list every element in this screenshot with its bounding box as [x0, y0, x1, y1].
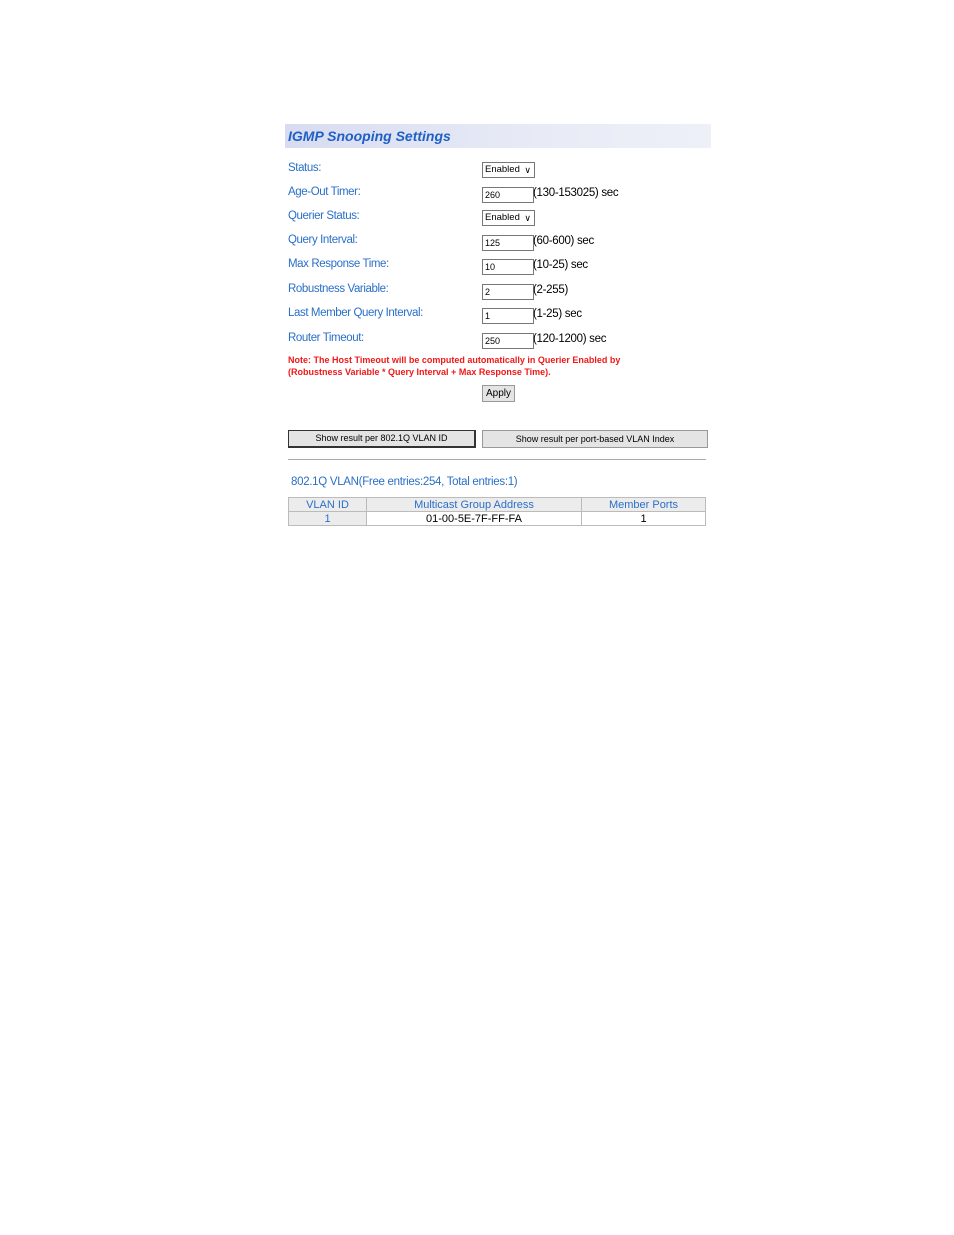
note-line: (Robustness Variable * Query Interval + … [288, 366, 551, 377]
max-response-time-range: (10-25) sec [533, 259, 588, 271]
apply-button[interactable]: Apply [482, 385, 515, 402]
cell-member-ports: 1 [581, 511, 706, 526]
host-timeout-note: Note: The Host Timeout will be computed … [288, 355, 620, 378]
robustness-variable-input[interactable]: 2 [482, 284, 534, 300]
last-member-query-interval-range: (1-25) sec [533, 308, 582, 320]
max-response-time-label: Max Response Time: [288, 258, 389, 270]
chevron-down-icon: ∨ [524, 165, 531, 175]
table-header-row: VLAN ID Multicast Group Address Member P… [288, 497, 706, 512]
selected-value: Enabled [485, 212, 520, 223]
table-row: 1 01-00-5E-7F-FF-FA 1 [288, 511, 706, 526]
page-title: IGMP Snooping Settings [288, 128, 451, 144]
selected-value: Enabled [485, 164, 520, 175]
robustness-variable-range: (2-255) [533, 284, 568, 296]
router-timeout-input[interactable]: 250 [482, 333, 534, 349]
chevron-down-icon: ∨ [524, 213, 531, 223]
vlan-summary: 802.1Q VLAN(Free entries:254, Total entr… [291, 476, 518, 488]
header-member-ports: Member Ports [581, 497, 706, 512]
section-header: IGMP Snooping Settings [285, 124, 711, 148]
header-multicast-address: Multicast Group Address [366, 497, 582, 512]
query-interval-range: (60-600) sec [533, 235, 594, 247]
cell-multicast-address: 01-00-5E-7F-FF-FA [366, 511, 582, 526]
query-interval-label: Query Interval: [288, 234, 358, 246]
router-timeout-label: Router Timeout: [288, 332, 364, 344]
status-select[interactable]: Enabled ∨ [482, 162, 535, 178]
age-out-timer-input[interactable]: 260 [482, 187, 534, 203]
show-per-vlan-id-button[interactable]: Show result per 802.1Q VLAN ID [288, 430, 476, 448]
querier-status-label: Querier Status: [288, 210, 360, 222]
note-line: Note: The Host Timeout will be computed … [288, 355, 621, 365]
query-interval-input[interactable]: 125 [482, 235, 534, 251]
divider [288, 459, 706, 460]
robustness-variable-label: Robustness Variable: [288, 283, 389, 295]
cell-vlan-id: 1 [288, 511, 367, 526]
last-member-query-interval-label: Last Member Query Interval: [288, 307, 423, 319]
max-response-time-input[interactable]: 10 [482, 259, 534, 275]
age-out-timer-label: Age-Out Timer: [288, 186, 361, 198]
show-per-port-based-button[interactable]: Show result per port-based VLAN Index [482, 430, 708, 448]
last-member-query-interval-input[interactable]: 1 [482, 308, 534, 324]
status-label: Status: [288, 162, 321, 174]
age-out-timer-range: (130-153025) sec [533, 187, 619, 199]
querier-status-select[interactable]: Enabled ∨ [482, 210, 535, 226]
header-vlan-id: VLAN ID [288, 497, 367, 512]
igmp-table: VLAN ID Multicast Group Address Member P… [288, 497, 706, 526]
router-timeout-range: (120-1200) sec [533, 333, 607, 345]
